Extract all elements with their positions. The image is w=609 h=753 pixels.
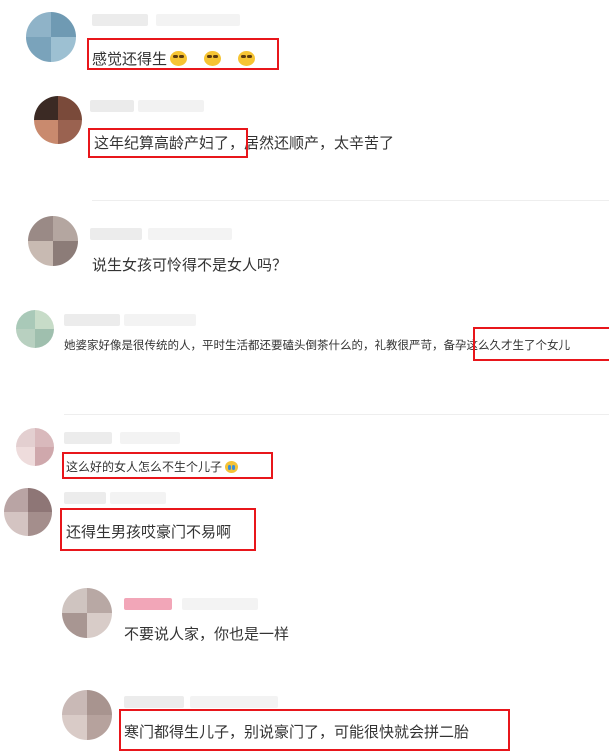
username-blurred [110, 492, 166, 504]
username-blurred[interactable] [124, 598, 172, 610]
username-blurred[interactable] [92, 14, 148, 26]
highlight-box [473, 327, 609, 361]
username-blurred [148, 228, 232, 240]
comment-text: 说生女孩可怜得不是女人吗？ [92, 256, 288, 274]
username-blurred[interactable] [64, 492, 106, 504]
avatar[interactable] [62, 690, 112, 740]
username-blurred[interactable] [90, 228, 142, 240]
username-blurred[interactable] [90, 100, 134, 112]
avatar[interactable] [16, 310, 54, 348]
highlight-box [119, 709, 510, 751]
username-blurred [138, 100, 204, 112]
highlight-box [88, 128, 248, 158]
divider [64, 414, 609, 415]
username-blurred [182, 598, 258, 610]
username-blurred [124, 314, 196, 326]
avatar[interactable] [4, 488, 52, 536]
highlight-box [87, 38, 279, 70]
divider [92, 200, 609, 201]
username-blurred[interactable] [64, 314, 120, 326]
avatar[interactable] [34, 96, 82, 144]
username-blurred [156, 14, 240, 26]
comment-text: 不要说人家，你也是一样 [124, 625, 290, 643]
username-blurred[interactable] [64, 432, 112, 444]
username-blurred[interactable] [124, 696, 184, 708]
username-blurred [120, 432, 180, 444]
avatar[interactable] [28, 216, 78, 266]
highlight-box [62, 452, 273, 479]
avatar[interactable] [26, 12, 76, 62]
highlight-box [60, 508, 256, 551]
avatar[interactable] [16, 428, 54, 466]
username-blurred [190, 696, 278, 708]
avatar[interactable] [62, 588, 112, 638]
